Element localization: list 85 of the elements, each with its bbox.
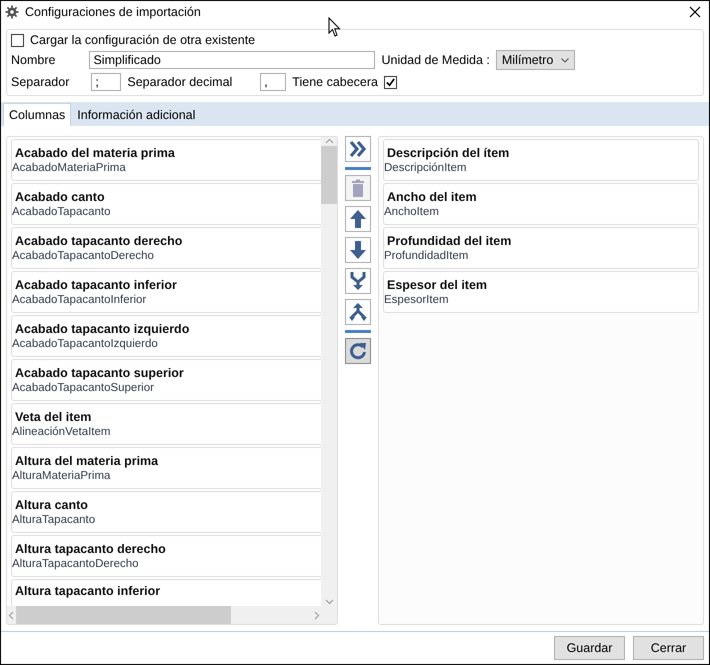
field-label: Unidad de Medida : bbox=[381, 53, 490, 67]
tool-button[interactable] bbox=[345, 136, 371, 162]
cursor-icon bbox=[328, 17, 342, 38]
list-item[interactable]: Veta del item AlineaciónVetaItem bbox=[11, 403, 321, 445]
item-field-name: AcabadoTapacanto bbox=[12, 206, 112, 218]
list-item[interactable]: Acabado tapacanto superior AcabadoTapacantoSuperior bbox=[11, 359, 321, 401]
field-label: Nombre bbox=[11, 53, 56, 67]
double-chevron-icon bbox=[348, 139, 368, 159]
item-title: Ancho del item bbox=[386, 190, 478, 204]
refresh-icon bbox=[348, 341, 368, 361]
dialog-button[interactable]: Cerrar bbox=[633, 636, 704, 660]
list-item[interactable]: Altura del materia prima AlturaMateriaPrima bbox=[11, 447, 321, 489]
horizontal-scrollbar[interactable] bbox=[7, 606, 321, 624]
list-item[interactable]: Ancho del item AnchoItem bbox=[383, 183, 699, 225]
item-title: Acabado tapacanto izquierdo bbox=[14, 322, 190, 336]
gear-icon bbox=[5, 5, 19, 19]
item-field-name: AcabadoTapacantoInferior bbox=[12, 294, 148, 306]
field-label: Separador decimal bbox=[127, 75, 232, 89]
item-field-name: AcabadoMateriaPrima bbox=[12, 162, 127, 174]
item-field-name: AcabadoTapacantoIzquierdo bbox=[12, 338, 159, 350]
item-field-name: ProfundidadItem bbox=[384, 250, 470, 262]
item-field-name: AlturaTapacantoDerecho bbox=[12, 558, 140, 570]
close-icon[interactable] bbox=[689, 6, 701, 18]
name-field[interactable]: Simplificado bbox=[89, 51, 376, 69]
separator-field[interactable]: ; bbox=[91, 73, 122, 91]
list-item[interactable]: Acabado del materia prima AcabadoMateriaPrima bbox=[11, 139, 321, 181]
item-field-name: EspesorItem bbox=[384, 294, 450, 306]
item-title: Altura tapacanto derecho bbox=[14, 542, 167, 556]
item-title: Espesor del item bbox=[386, 278, 488, 292]
list-item[interactable]: Altura tapacanto derecho AlturaTapacantoDerecho bbox=[11, 535, 321, 577]
item-title: Acabado tapacanto inferior bbox=[14, 278, 178, 292]
decimal-separator-field[interactable]: , bbox=[260, 73, 286, 91]
list-item[interactable]: Espesor del item EspesorItem bbox=[383, 271, 699, 313]
scroll-up-icon[interactable] bbox=[324, 137, 334, 146]
list-item[interactable]: Acabado tapacanto izquierdo AcabadoTapacantoIzquierdo bbox=[11, 315, 321, 357]
tool-button[interactable] bbox=[345, 206, 371, 232]
list-item[interactable]: Altura tapacanto inferior bbox=[11, 579, 321, 606]
item-title: Acabado tapacanto derecho bbox=[14, 234, 184, 248]
tool-button[interactable] bbox=[345, 338, 371, 364]
scroll-left-icon[interactable] bbox=[7, 610, 16, 620]
item-title: Descripción del ítem bbox=[386, 146, 510, 160]
tool-button[interactable] bbox=[345, 268, 371, 294]
list-item[interactable]: Altura canto AlturaTapacanto bbox=[11, 491, 321, 533]
item-field-name: AlturaTapacanto bbox=[12, 514, 96, 526]
item-field-name: AnchoItem bbox=[384, 206, 440, 218]
item-field-name: AcabadoTapacantoDerecho bbox=[12, 250, 155, 262]
split-icon bbox=[348, 302, 368, 322]
checkbox[interactable] bbox=[384, 76, 397, 88]
item-title: Veta del item bbox=[14, 410, 92, 424]
dialog-button[interactable]: Guardar bbox=[554, 636, 625, 660]
list-item[interactable]: Acabado tapacanto derecho AcabadoTapacantoDerecho bbox=[11, 227, 321, 269]
item-title: Profundidad del item bbox=[386, 234, 512, 248]
checkbox-label: Cargar la configuración de otra existente bbox=[30, 33, 256, 47]
tool-button[interactable] bbox=[345, 237, 371, 263]
item-title: Acabado tapacanto superior bbox=[14, 366, 185, 380]
list-item[interactable]: Profundidad del item ProfundidadItem bbox=[383, 227, 699, 269]
scrollbar-thumb[interactable] bbox=[321, 146, 337, 204]
caret-icon bbox=[561, 58, 570, 62]
item-title: Altura tapacanto inferior bbox=[14, 584, 162, 598]
list-item[interactable]: Acabado tapacanto inferior AcabadoTapacantoInferior bbox=[11, 271, 321, 313]
item-title: Acabado canto bbox=[14, 190, 106, 204]
scrollbar-thumb[interactable] bbox=[16, 606, 231, 624]
item-field-name: AcabadoTapacantoSuperior bbox=[12, 382, 155, 394]
checkbox[interactable] bbox=[11, 34, 24, 46]
tab[interactable]: Columnas bbox=[3, 103, 72, 126]
item-title: Altura del materia prima bbox=[14, 454, 160, 468]
arrow-down-icon bbox=[348, 240, 368, 260]
item-title: Altura canto bbox=[14, 498, 89, 512]
tab[interactable]: Información adicional bbox=[71, 103, 202, 126]
field-label: Separador bbox=[11, 75, 70, 89]
unit-dropdown[interactable]: Milímetro bbox=[496, 50, 576, 70]
list-item[interactable]: Descripción del ítem DescripciónItem bbox=[383, 139, 699, 181]
vertical-scrollbar[interactable] bbox=[321, 137, 337, 606]
item-field-name: AlineaciónVetaItem bbox=[12, 426, 112, 438]
list-item[interactable]: Acabado canto AcabadoTapacanto bbox=[11, 183, 321, 225]
item-title: Acabado del materia prima bbox=[14, 146, 176, 160]
item-field-name: DescripciónItem bbox=[384, 162, 468, 174]
scroll-down-icon[interactable] bbox=[324, 597, 334, 606]
window-title: Configuraciones de importación bbox=[25, 5, 202, 19]
merge-icon bbox=[348, 271, 368, 291]
tool-button[interactable] bbox=[345, 299, 371, 325]
arrow-up-icon bbox=[348, 209, 368, 229]
checkbox-label: Tiene cabecera bbox=[292, 75, 378, 89]
scroll-right-icon[interactable] bbox=[312, 610, 321, 620]
item-field-name: AlturaMateriaPrima bbox=[12, 470, 112, 482]
